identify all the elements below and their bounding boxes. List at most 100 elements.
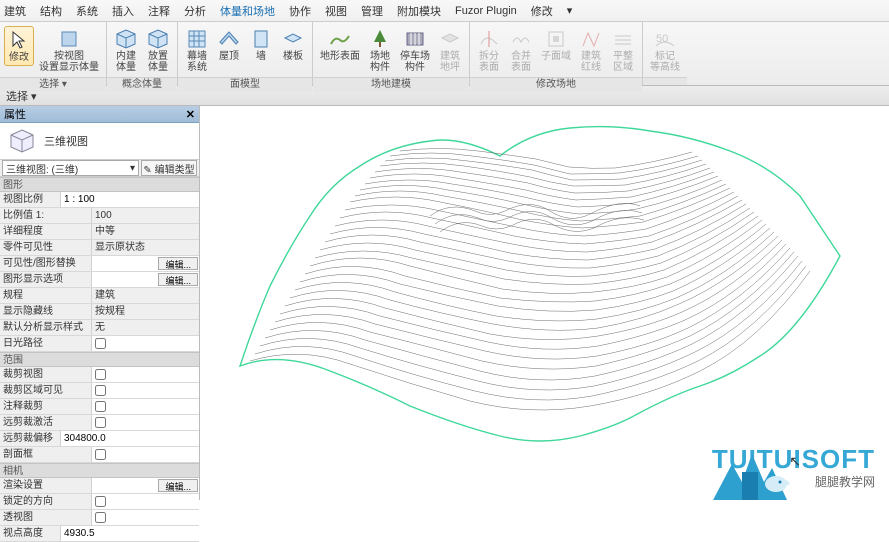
checkbox[interactable] (95, 512, 106, 523)
merge-surface-button[interactable]: 合并表面 (506, 26, 536, 75)
ribbon-group-modify-site: 拆分表面 合并表面 子面域 建筑红线 平整区域 修改场地 (470, 22, 643, 85)
property-checkbox-cell[interactable] (92, 510, 199, 525)
menu-item[interactable]: 协作 (289, 3, 311, 19)
toposurface-button[interactable]: 地形表面 (317, 26, 363, 64)
workspace: 属性 ✕ 三维视图 三维视图: (三维) ▾ ✎ 编辑类型 图形 视图比例比例值… (0, 106, 889, 500)
logo-icon (712, 444, 798, 500)
modify-button[interactable]: 修改 (4, 26, 34, 66)
property-key: 渲染设置 (0, 478, 92, 493)
menu-item[interactable]: 分析 (184, 3, 206, 19)
menu-item[interactable]: 修改 (531, 3, 553, 19)
floor-button[interactable]: 楼板 (278, 26, 308, 64)
ribbon: 修改 按视图设置显示体量 选择 ▾ 内建体量 放置体量 概念体量 (0, 22, 889, 86)
property-checkbox-cell[interactable] (92, 447, 199, 462)
close-icon[interactable]: ✕ (186, 108, 195, 121)
menu-bar: 建筑 结构 系统 插入 注释 分析 体量和场地 协作 视图 管理 附加模块 Fu… (0, 0, 889, 22)
tree-icon (369, 28, 391, 50)
property-checkbox-cell[interactable] (92, 383, 199, 398)
edit-button[interactable]: 编辑... (158, 479, 198, 492)
property-row: 可见性/图形替换 编辑... (0, 256, 199, 272)
checkbox[interactable] (95, 401, 106, 412)
svg-text:50: 50 (656, 33, 668, 45)
property-row: 渲染设置 编辑... (0, 478, 199, 494)
cube-icon (147, 28, 169, 50)
parking-button[interactable]: 停车场构件 (397, 26, 433, 75)
graded-region-button[interactable]: 平整区域 (608, 26, 638, 75)
place-mass-button[interactable]: 放置体量 (143, 26, 173, 75)
property-row: 比例值 1:100 (0, 208, 199, 224)
edit-button[interactable]: 编辑... (158, 257, 198, 270)
property-input[interactable] (61, 431, 199, 446)
property-checkbox-cell[interactable] (92, 415, 199, 430)
property-key: 详细程度 (0, 224, 92, 239)
edit-type-button[interactable]: ✎ 编辑类型 (141, 160, 197, 176)
property-row: 远剪裁激活 (0, 415, 199, 431)
roof-button[interactable]: 屋顶 (214, 26, 244, 64)
checkbox[interactable] (95, 385, 106, 396)
split-surface-button[interactable]: 拆分表面 (474, 26, 504, 75)
property-row: 默认分析显示样式无 (0, 320, 199, 336)
property-line-button[interactable]: 建筑红线 (576, 26, 606, 75)
checkbox[interactable] (95, 449, 106, 460)
checkbox[interactable] (95, 338, 106, 349)
instance-selector[interactable]: 三维视图: (三维) ▾ (2, 160, 139, 176)
property-value: 按规程 (92, 304, 199, 319)
menu-item[interactable]: Fuzor Plugin (455, 5, 517, 17)
cursor-icon: ↖ (789, 453, 801, 470)
property-key: 显示隐藏线 (0, 304, 92, 319)
menu-item[interactable]: 视图 (325, 3, 347, 19)
curtain-system-button[interactable]: 幕墙系统 (182, 26, 212, 75)
menu-item[interactable]: 结构 (40, 3, 62, 19)
property-input[interactable] (61, 526, 199, 541)
mass-display-button[interactable]: 按视图设置显示体量 (36, 26, 102, 75)
property-row: 详细程度中等 (0, 224, 199, 240)
floor-icon (282, 28, 304, 50)
wall-button[interactable]: 墙 (246, 26, 276, 64)
site-component-button[interactable]: 场地构件 (365, 26, 395, 75)
menu-item[interactable]: 插入 (112, 3, 134, 19)
menu-item-active[interactable]: 体量和场地 (220, 3, 275, 19)
property-row: 零件可见性显示原状态 (0, 240, 199, 256)
property-row: 显示隐藏线按规程 (0, 304, 199, 320)
property-key: 裁剪视图 (0, 367, 92, 382)
chevron-down-icon: ▾ (130, 163, 135, 174)
menu-item[interactable]: 附加模块 (397, 3, 441, 19)
checkbox[interactable] (95, 496, 106, 507)
property-row: 透视图 (0, 510, 199, 526)
property-key: 比例值 1: (0, 208, 92, 223)
property-row: 视点高度 (0, 526, 199, 542)
property-input[interactable] (61, 192, 199, 207)
property-checkbox-cell[interactable] (92, 494, 199, 509)
type-selector-box[interactable]: 三维视图 (0, 123, 199, 160)
building-pad-button[interactable]: 建筑地坪 (435, 26, 465, 75)
inplace-mass-button[interactable]: 内建体量 (111, 26, 141, 75)
menu-item[interactable]: 建筑 (4, 3, 26, 19)
mass-icon (58, 28, 80, 50)
category-header: 范围 (0, 352, 199, 367)
type-name: 三维视图 (44, 133, 88, 149)
topography-surface (200, 106, 889, 500)
edit-button[interactable]: 编辑... (158, 273, 198, 286)
property-row: 图形显示选项编辑... (0, 272, 199, 288)
label-contours-button[interactable]: 50标记等高线 (647, 26, 683, 75)
menu-tail-icon[interactable]: ▾ (567, 4, 573, 17)
menu-item[interactable]: 注释 (148, 3, 170, 19)
property-row: 裁剪视图 (0, 367, 199, 383)
menu-item[interactable]: 管理 (361, 3, 383, 19)
subregion-button[interactable]: 子面域 (538, 26, 574, 64)
menu-item[interactable]: 系统 (76, 3, 98, 19)
grade-icon (612, 28, 634, 50)
ribbon-group-mass: 内建体量 放置体量 概念体量 (107, 22, 178, 85)
property-checkbox-cell[interactable] (92, 399, 199, 414)
checkbox[interactable] (95, 417, 106, 428)
property-row: 视图比例 (0, 192, 199, 208)
viewport-3d[interactable]: TUITUISOFT 腿腿教学网 ↖ (200, 106, 889, 500)
option-select-label[interactable]: 选择 ▾ (6, 88, 37, 104)
property-key: 可见性/图形替换 (0, 256, 92, 271)
property-checkbox-cell[interactable] (92, 336, 199, 351)
property-key: 注释裁剪 (0, 399, 92, 414)
grid-icon (186, 28, 208, 50)
property-checkbox-cell[interactable] (92, 367, 199, 382)
checkbox[interactable] (95, 369, 106, 380)
property-key: 裁剪区域可见 (0, 383, 92, 398)
